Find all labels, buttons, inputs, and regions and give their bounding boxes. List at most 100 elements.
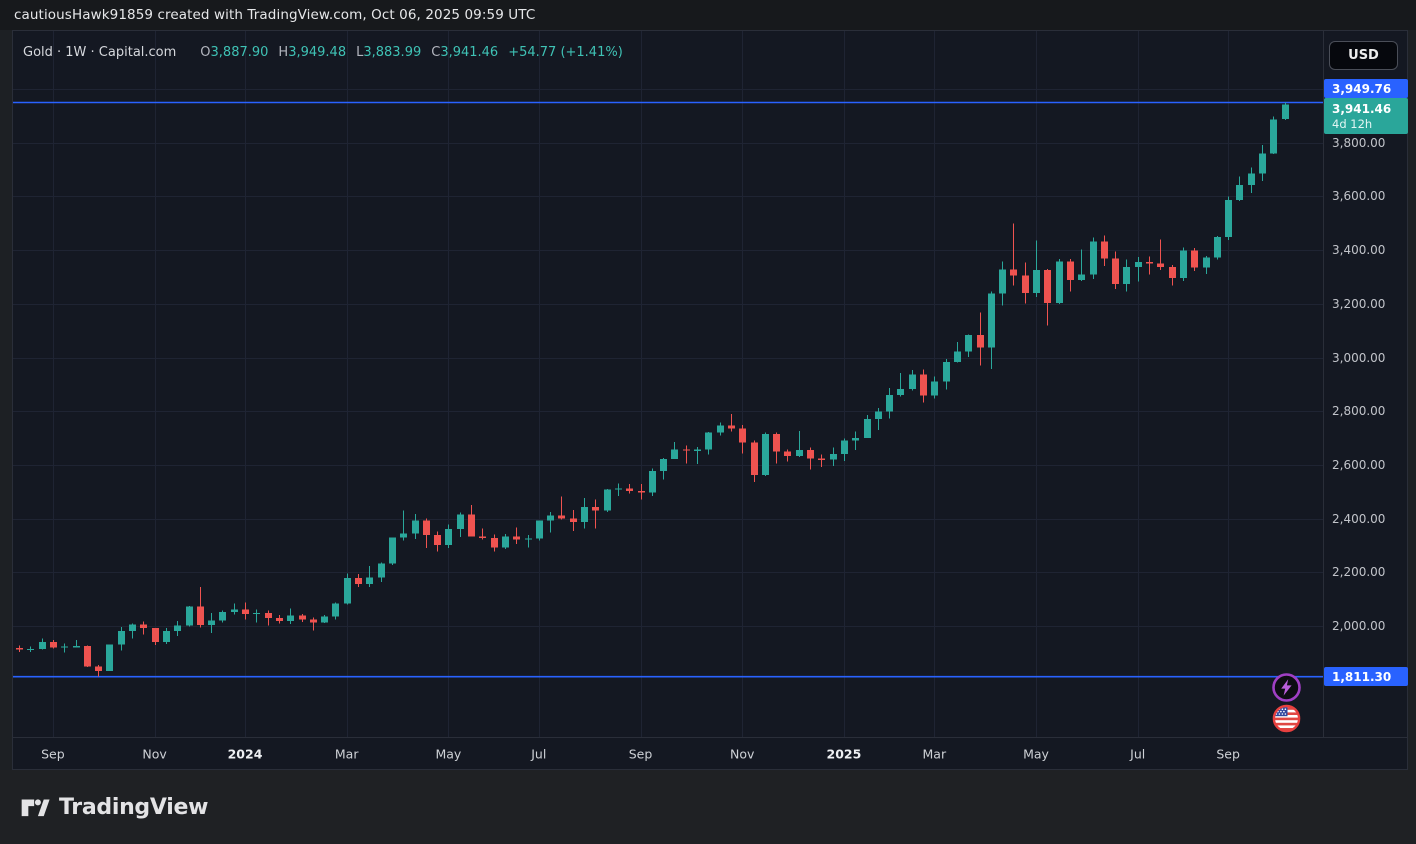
candle: [615, 483, 622, 495]
candle: [378, 563, 385, 582]
candle: [468, 505, 475, 536]
lightning-icon: [1271, 672, 1302, 703]
candle: [197, 587, 204, 628]
footer: TradingView: [0, 770, 1416, 844]
candle: [705, 432, 712, 455]
price-tick: 2,600.00: [1332, 458, 1385, 472]
candle: [830, 447, 837, 466]
candle: [1259, 145, 1266, 181]
candle: [841, 439, 848, 461]
candle: [186, 606, 193, 627]
ohlc-open-value: 3,887.90: [211, 45, 269, 60]
candle: [1135, 257, 1142, 282]
candle: [265, 610, 272, 625]
candle: [547, 512, 554, 532]
candle: [502, 534, 509, 549]
time-tick-month: May: [435, 747, 461, 762]
last-price-label: 3,941.46 4d 12h: [1324, 98, 1408, 134]
price-tick: 2,400.00: [1332, 512, 1385, 526]
candle: [106, 644, 113, 671]
ohlc-open-letter: O: [200, 45, 210, 60]
candle: [909, 370, 916, 390]
candle: [1044, 269, 1051, 325]
ohlc-high-letter: H: [278, 45, 288, 60]
candle: [739, 425, 746, 453]
candle: [73, 640, 80, 648]
economic-events-marker[interactable]: [1272, 704, 1301, 733]
time-tick-year: 2025: [826, 747, 861, 762]
price-tick: 3,200.00: [1332, 297, 1385, 311]
candle: [61, 644, 68, 653]
time-tick-month: Nov: [142, 747, 166, 762]
last-price-value: 3,941.46: [1332, 102, 1391, 116]
candles: [16, 103, 1289, 677]
candle: [649, 469, 656, 496]
candle: [1146, 256, 1153, 274]
candle: [954, 342, 961, 362]
time-tick-month: Mar: [335, 747, 359, 762]
tradingview-logo-icon: [20, 792, 50, 822]
horizontal-price-lines: [13, 102, 1323, 676]
candlestick-chart-plot[interactable]: [13, 31, 1323, 737]
candle: [988, 292, 995, 369]
ohlc-close-value: 3,941.46: [440, 45, 498, 60]
candle: [977, 312, 984, 365]
candle: [299, 614, 306, 622]
time-tick-month: Sep: [41, 747, 65, 762]
candle: [129, 624, 136, 639]
candle: [660, 458, 667, 479]
chart-legend[interactable]: Gold · 1W · Capital.com O3,887.90 H3,949…: [23, 45, 623, 60]
candle: [310, 618, 317, 631]
candle: [1022, 263, 1029, 304]
candle: [412, 514, 419, 539]
tradingview-logo-text: TradingView: [59, 795, 208, 820]
candle: [773, 432, 780, 463]
time-tick-month: Jul: [1130, 747, 1145, 762]
candle: [434, 531, 441, 551]
candle: [208, 613, 215, 633]
candle: [118, 627, 125, 651]
symbol-title[interactable]: Gold · 1W · Capital.com: [23, 45, 176, 60]
candle: [1180, 248, 1187, 281]
candle: [16, 645, 23, 652]
candle: [491, 535, 498, 552]
attribution-text: cautiousHawk91859 created with TradingVi…: [14, 7, 535, 23]
candle: [852, 432, 859, 450]
boost-button[interactable]: [1271, 672, 1302, 703]
candle: [604, 489, 611, 512]
candle: [920, 369, 927, 402]
currency-button[interactable]: USD: [1329, 41, 1398, 70]
candle: [39, 639, 46, 650]
candle: [999, 261, 1006, 305]
price-tick: 2,000.00: [1332, 619, 1385, 633]
time-tick-month: May: [1023, 747, 1049, 762]
candle: [626, 484, 633, 494]
ohlc-high-value: 3,949.48: [288, 45, 346, 60]
tradingview-logo[interactable]: TradingView: [20, 792, 208, 822]
candle: [1157, 240, 1164, 271]
time-axis[interactable]: SepNov2024MarMayJulSepNov2025MarMayJulSe…: [13, 737, 1407, 769]
high-price-label: 3,949.76: [1324, 79, 1408, 98]
candle: [1203, 256, 1210, 274]
time-tick-year: 2024: [228, 747, 263, 762]
candle: [457, 513, 464, 537]
candle: [525, 535, 532, 547]
candle: [287, 609, 294, 624]
time-tick-month: Mar: [923, 747, 947, 762]
gridlines: [13, 31, 1323, 737]
candle: [276, 615, 283, 623]
price-axis[interactable]: USD 3,800.003,600.003,400.003,200.003,00…: [1323, 31, 1407, 737]
attribution-bar: cautiousHawk91859 created with TradingVi…: [0, 0, 1416, 30]
candle: [1191, 248, 1198, 271]
candle: [95, 665, 102, 677]
candle: [445, 525, 452, 549]
us-flag-icon: [1272, 704, 1301, 733]
candle: [1056, 259, 1063, 304]
candle: [242, 602, 249, 619]
candle: [219, 610, 226, 622]
candle: [344, 574, 351, 605]
candle: [965, 334, 972, 357]
candle: [400, 510, 407, 540]
candle: [683, 445, 690, 463]
candle: [931, 376, 938, 398]
